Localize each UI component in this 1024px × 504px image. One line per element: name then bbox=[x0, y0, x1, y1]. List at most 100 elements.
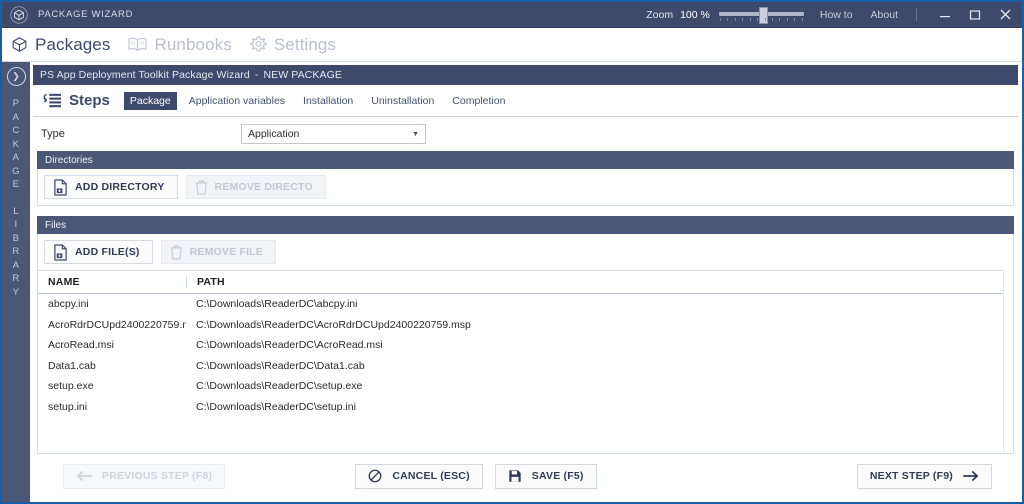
chevron-right-circle-icon[interactable]: ❯ bbox=[6, 67, 26, 86]
sidebar-letter: G bbox=[12, 165, 20, 177]
tab-completion[interactable]: Completion bbox=[446, 92, 511, 110]
maximize-icon[interactable] bbox=[960, 2, 990, 27]
sidebar-letter: P bbox=[12, 98, 20, 109]
cancel-button[interactable]: CANCEL (ESC) bbox=[355, 463, 483, 489]
gear-icon bbox=[249, 35, 268, 54]
directories-band-label: Directories bbox=[45, 154, 93, 166]
app-title: PACKAGE WIZARD bbox=[38, 9, 134, 20]
minimize-icon[interactable] bbox=[930, 2, 960, 27]
directories-button-row: ADD DIRECTORY REMOVE DIRECTO bbox=[38, 169, 1013, 205]
files-table-header: NAME PATH bbox=[38, 271, 1003, 294]
no-entry-icon bbox=[368, 469, 382, 483]
save-button[interactable]: SAVE (F5) bbox=[494, 463, 597, 489]
files-band: Files bbox=[37, 216, 1014, 234]
wizard-content: PS App Deployment Toolkit Package Wizard… bbox=[30, 62, 1022, 502]
cell-name: setup.exe bbox=[48, 380, 94, 393]
app-logo-cube-icon bbox=[6, 2, 31, 27]
type-label: Type bbox=[41, 128, 65, 140]
files-table-wrapper: NAME PATH abcpy.ini C:\Downloads\ReaderD… bbox=[38, 270, 1013, 453]
main-navbar: Packages Runbooks Settings bbox=[2, 28, 1022, 62]
close-icon[interactable] bbox=[990, 2, 1020, 27]
files-table-body: abcpy.ini C:\Downloads\ReaderDC\abcpy.in… bbox=[38, 294, 1003, 417]
sidebar-letter: B bbox=[12, 232, 20, 244]
cell-path: C:\Downloads\ReaderDC\AcroRdrDCUpd240022… bbox=[196, 318, 471, 331]
nav-item-packages[interactable]: Packages bbox=[10, 35, 110, 55]
zoom-value: 100 % bbox=[680, 8, 710, 21]
column-header-path: PATH bbox=[186, 276, 1003, 288]
add-files-button[interactable]: ADD FILE(S) bbox=[44, 240, 153, 264]
previous-step-button[interactable]: PREVIOUS STEP (F8) bbox=[63, 463, 226, 489]
nav-item-runbooks[interactable]: Runbooks bbox=[127, 34, 232, 55]
tab-package[interactable]: Package bbox=[123, 91, 177, 110]
book-icon bbox=[127, 35, 148, 54]
files-table-scrollbar[interactable] bbox=[1003, 270, 1013, 453]
floppy-disk-icon bbox=[508, 469, 522, 483]
add-directory-button[interactable]: ADD DIRECTORY bbox=[44, 175, 178, 199]
type-select-value: Application bbox=[248, 128, 300, 140]
next-step-label: NEXT STEP (F9) bbox=[869, 470, 953, 482]
nav-item-settings[interactable]: Settings bbox=[249, 35, 336, 55]
table-row[interactable]: Data1.cab C:\Downloads\ReaderDC\Data1.ca… bbox=[38, 356, 1003, 377]
files-table: NAME PATH abcpy.ini C:\Downloads\ReaderD… bbox=[38, 270, 1003, 453]
arrow-left-icon bbox=[76, 470, 92, 482]
files-panel: ADD FILE(S) REMOVE FILE NAME PATH abcpy.… bbox=[37, 234, 1014, 454]
steps-label: Steps bbox=[69, 92, 110, 109]
cell-path: C:\Downloads\ReaderDC\setup.exe bbox=[196, 380, 363, 393]
about-link[interactable]: About bbox=[871, 9, 898, 21]
add-file-icon bbox=[53, 243, 68, 261]
body-row: ❯ P A C K A G E L I B R A R Y PS App Dep… bbox=[2, 62, 1022, 502]
sidebar-letter: A bbox=[12, 152, 20, 163]
table-row[interactable]: setup.ini C:\Downloads\ReaderDC\setup.in… bbox=[38, 397, 1003, 418]
remove-directory-button[interactable]: REMOVE DIRECTO bbox=[185, 175, 326, 199]
wizard-title-bar: PS App Deployment Toolkit Package Wizard… bbox=[33, 65, 1018, 85]
steps-list-icon bbox=[41, 92, 63, 110]
sidebar-letter: K bbox=[12, 138, 20, 150]
remove-file-button[interactable]: REMOVE FILE bbox=[160, 240, 276, 264]
zoom-slider-ticks bbox=[719, 17, 803, 22]
add-directory-label: ADD DIRECTORY bbox=[75, 181, 165, 193]
cell-path: C:\Downloads\ReaderDC\setup.ini bbox=[196, 400, 356, 413]
table-row[interactable]: abcpy.ini C:\Downloads\ReaderDC\abcpy.in… bbox=[38, 294, 1003, 315]
type-field-row: Type Application ▼ bbox=[33, 117, 1018, 151]
table-row[interactable]: AcroRdrDCUpd2400220759.msp C:\Downloads\… bbox=[38, 315, 1003, 336]
directories-band: Directories bbox=[37, 151, 1014, 169]
nav-label-runbooks: Runbooks bbox=[154, 34, 232, 54]
zoom-label: Zoom bbox=[646, 8, 674, 21]
remove-file-label: REMOVE FILE bbox=[189, 246, 263, 258]
cell-path: C:\Downloads\ReaderDC\abcpy.ini bbox=[196, 298, 358, 311]
cell-name: AcroRdrDCUpd2400220759.msp bbox=[48, 318, 186, 331]
titlebar-right-group: Zoom 100 % How to About bbox=[646, 2, 1022, 27]
cell-name: AcroRead.msi bbox=[48, 339, 114, 352]
sidebar-letter: I bbox=[14, 219, 18, 230]
table-row[interactable]: AcroRead.msi C:\Downloads\ReaderDC\AcroR… bbox=[38, 335, 1003, 356]
cell-path: C:\Downloads\ReaderDC\AcroRead.msi bbox=[196, 339, 383, 352]
footer-center-group: CANCEL (ESC) SAVE (F5) bbox=[355, 463, 597, 489]
steps-tab-bar: Steps Package Application variables Inst… bbox=[33, 85, 1018, 117]
application-window: PACKAGE WIZARD Zoom 100 % How to About P… bbox=[0, 0, 1024, 504]
cancel-label: CANCEL (ESC) bbox=[392, 470, 470, 482]
zoom-slider[interactable] bbox=[718, 6, 804, 24]
column-header-name: NAME bbox=[48, 276, 80, 288]
trash-icon bbox=[195, 179, 208, 195]
sidebar-letter: A bbox=[12, 111, 20, 123]
sidebar-letter: R bbox=[12, 273, 20, 284]
how-to-link[interactable]: How to bbox=[820, 9, 853, 21]
arrow-right-icon bbox=[962, 470, 979, 482]
cube-icon bbox=[10, 35, 29, 54]
trash-icon bbox=[170, 244, 183, 260]
type-select[interactable]: Application ▼ bbox=[241, 124, 426, 144]
sidebar-letter: R bbox=[12, 246, 20, 257]
tab-installation[interactable]: Installation bbox=[297, 92, 359, 110]
tab-application-variables[interactable]: Application variables bbox=[183, 92, 291, 110]
remove-directory-label: REMOVE DIRECTO bbox=[214, 181, 313, 193]
nav-label-packages: Packages bbox=[35, 34, 111, 54]
table-row[interactable]: setup.exe C:\Downloads\ReaderDC\setup.ex… bbox=[38, 376, 1003, 397]
sidebar-letter: C bbox=[12, 125, 20, 136]
files-band-label: Files bbox=[45, 219, 67, 231]
next-step-button[interactable]: NEXT STEP (F9) bbox=[856, 463, 992, 489]
wizard-title-separator: - bbox=[254, 69, 259, 81]
sidebar-letter: E bbox=[12, 179, 20, 190]
cell-path: C:\Downloads\ReaderDC\Data1.cab bbox=[196, 359, 365, 372]
tab-uninstallation[interactable]: Uninstallation bbox=[365, 92, 440, 110]
cell-name: setup.ini bbox=[48, 400, 88, 413]
